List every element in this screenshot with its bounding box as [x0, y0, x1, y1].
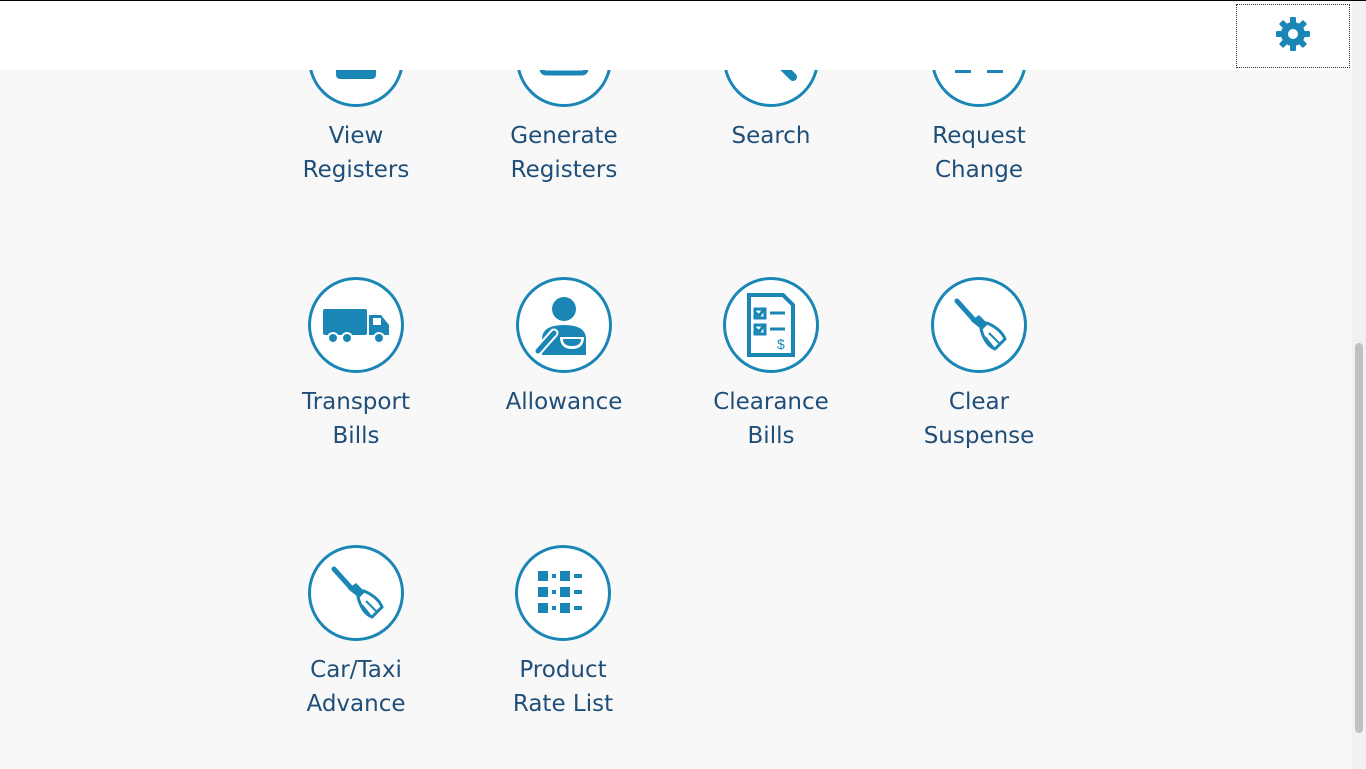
tile-label: Clear Suspense [923, 389, 1035, 449]
person-bowl-icon [516, 277, 612, 373]
vertical-scrollbar[interactable] [1352, 1, 1366, 769]
tile-car-taxi-advance[interactable]: Car/Taxi Advance [266, 545, 446, 721]
tile-label: Generate Registers [510, 123, 618, 183]
tile-label: Product Rate List [512, 657, 614, 717]
settings-button[interactable] [1236, 4, 1350, 68]
tile-clear-suspense[interactable]: Clear Suspense [889, 277, 1069, 453]
rate-list-icon [515, 545, 611, 641]
svg-text:$: $ [777, 336, 785, 352]
tile-label: Search [731, 123, 811, 149]
tile-label: Allowance [505, 389, 623, 415]
tile-clearance-bills[interactable]: $ Clearance Bills [681, 277, 861, 453]
tile-label: Transport Bills [302, 389, 410, 449]
checklist-bill-icon: $ [723, 277, 819, 373]
truck-icon [308, 277, 404, 373]
tile-label: Request Change [932, 123, 1026, 183]
tile-product-rate-list[interactable]: Product Rate List [473, 545, 653, 721]
tile-label: View Registers [302, 123, 410, 183]
tile-transport-bills[interactable]: Transport Bills [266, 277, 446, 453]
tile-allowance[interactable]: Allowance [474, 277, 654, 419]
top-bar [0, 1, 1352, 70]
broom-icon [308, 545, 404, 641]
tile-label: Car/Taxi Advance [306, 657, 406, 717]
broom-icon [931, 277, 1027, 373]
tile-label: Clearance Bills [713, 389, 829, 449]
scroll-thumb[interactable] [1355, 343, 1363, 733]
gear-icon [1275, 16, 1311, 56]
